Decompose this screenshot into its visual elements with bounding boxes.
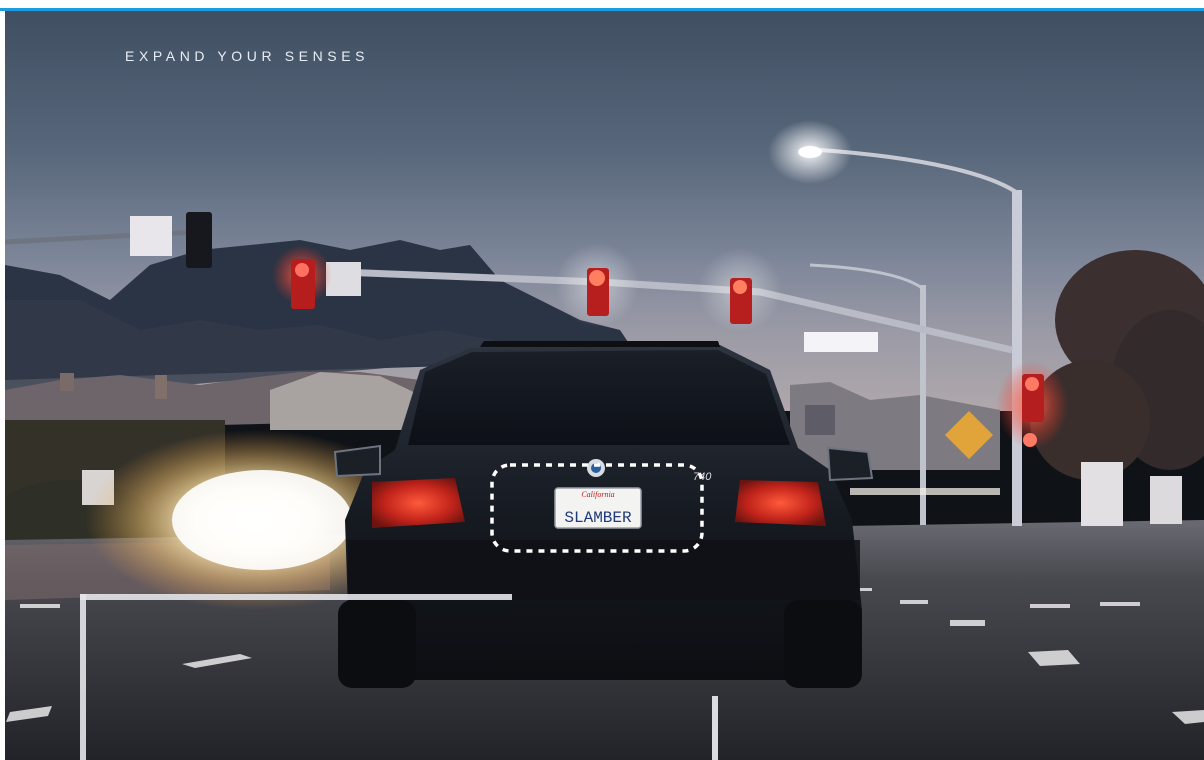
plate-number-text: SLAMBER [564,509,632,527]
plate-state-text: California [581,490,614,499]
ad-frame: California SLAMBER 740 EXPAND YOUR SENSE… [0,0,1204,760]
headline: EXPAND YOUR SENSES [125,48,370,64]
night-road-scene: California SLAMBER 740 [5,11,1204,760]
